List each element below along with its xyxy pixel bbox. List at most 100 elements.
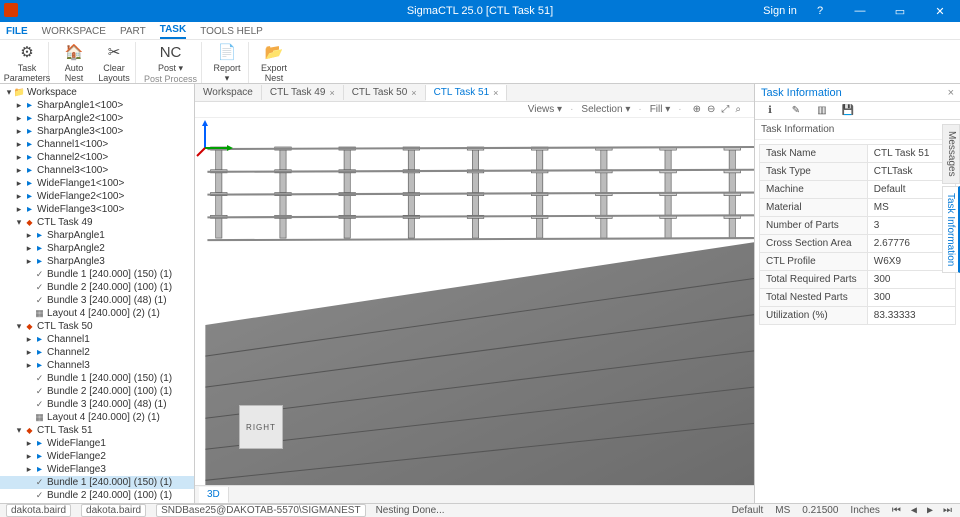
tree-item[interactable]: Bundle 3 [240.000] (48) (1) — [0, 398, 194, 411]
tree-item-label: Layout 4 [240.000] (2) (1) — [47, 412, 160, 423]
menu-workspace[interactable]: WORKSPACE — [42, 26, 106, 39]
tree-item[interactable]: ▾CTL Task 51 — [0, 424, 194, 437]
tree-item[interactable]: ▸SharpAngle1<100> — [0, 99, 194, 112]
tree-item[interactable]: ▸SharpAngle3<100> — [0, 125, 194, 138]
tree-item[interactable]: ▾Workspace — [0, 86, 194, 99]
minimize-button[interactable]: — — [840, 0, 880, 22]
ribbon-report-[interactable]: 📄Report ▾ — [210, 42, 244, 84]
tree-item[interactable]: ▸SharpAngle3 — [0, 255, 194, 268]
tree-twist-icon[interactable]: ▸ — [24, 256, 34, 267]
menu-part[interactable]: PART — [120, 26, 146, 39]
tree-item-label: SharpAngle2 — [47, 243, 105, 254]
tree-item[interactable]: Layout 4 [240.000] (2) (1) — [0, 307, 194, 320]
tree-twist-icon[interactable]: ▸ — [14, 178, 24, 189]
tree-item[interactable]: ▸Channel3 — [0, 359, 194, 372]
3d-viewport[interactable]: RIGHT — [195, 118, 754, 485]
ribbon-post-[interactable]: NCPost ▾ — [154, 42, 188, 74]
tree-twist-icon[interactable]: ▸ — [24, 451, 34, 462]
fill-dropdown[interactable]: Fill ▾ — [650, 104, 671, 115]
side-tab[interactable]: Task Information — [942, 186, 960, 273]
edit-tab-icon[interactable]: ✎ — [789, 104, 803, 118]
ribbon-export-nest[interactable]: 📂Export Nest — [257, 42, 291, 83]
tree-item[interactable]: ▸WideFlange1<100> — [0, 177, 194, 190]
tab-3d[interactable]: 3D — [199, 487, 229, 503]
tree-item[interactable]: ▸Channel2 — [0, 346, 194, 359]
tree-twist-icon[interactable]: ▸ — [14, 191, 24, 202]
doc-tab[interactable]: CTL Task 50× — [344, 85, 426, 100]
tree-twist-icon[interactable]: ▸ — [24, 360, 34, 371]
view-tool-icon[interactable]: ⊕ — [693, 104, 701, 115]
tree-twist-icon[interactable]: ▸ — [24, 230, 34, 241]
tree-item[interactable]: Bundle 3 [240.000] (48) (1) — [0, 502, 194, 503]
tab-close-icon[interactable]: × — [411, 88, 416, 98]
tree-twist-icon[interactable]: ▾ — [4, 87, 14, 98]
menu-tools-help[interactable]: TOOLS HELP — [200, 26, 263, 39]
close-button[interactable]: ✕ — [920, 0, 960, 22]
info-tab-icon[interactable]: ℹ — [763, 104, 777, 118]
tree-twist-icon[interactable]: ▸ — [14, 165, 24, 176]
tree-twist-icon[interactable]: ▸ — [14, 126, 24, 137]
view-tool-icon[interactable]: ⌕ — [735, 104, 741, 115]
help-button[interactable]: ? — [800, 0, 840, 22]
workspace-tree[interactable]: ▾Workspace▸SharpAngle1<100>▸SharpAngle2<… — [0, 84, 195, 503]
tree-item[interactable]: ▸SharpAngle2<100> — [0, 112, 194, 125]
tree-item[interactable]: ▸WideFlange2 — [0, 450, 194, 463]
tree-twist-icon[interactable]: ▸ — [24, 243, 34, 254]
view-tool-icon[interactable]: ⤢ — [721, 104, 729, 115]
tree-item[interactable]: ▸Channel1<100> — [0, 138, 194, 151]
tree-item[interactable]: ▸WideFlange3 — [0, 463, 194, 476]
ribbon-clear-layouts[interactable]: ✂Clear Layouts — [97, 42, 131, 83]
ribbon-task-parameters[interactable]: ⚙Task Parameters — [10, 42, 44, 83]
tree-item[interactable]: ▸WideFlange2<100> — [0, 190, 194, 203]
tree-twist-icon[interactable]: ▸ — [14, 113, 24, 124]
tree-item[interactable]: Layout 4 [240.000] (2) (1) — [0, 411, 194, 424]
orientation-cube[interactable]: RIGHT — [239, 405, 283, 449]
tree-item[interactable]: ▸WideFlange3<100> — [0, 203, 194, 216]
tree-item[interactable]: ▸ SharpAngle2 — [0, 242, 194, 255]
tree-twist-icon[interactable]: ▾ — [14, 321, 24, 332]
save-tab-icon[interactable]: 💾 — [841, 104, 855, 118]
tree-twist-icon[interactable]: ▾ — [14, 217, 24, 228]
tree-twist-icon[interactable]: ▸ — [14, 152, 24, 163]
tree-item[interactable]: Bundle 1 [240.000] (150) (1) — [0, 268, 194, 281]
tree-twist-icon[interactable]: ▸ — [14, 204, 24, 215]
doc-tab[interactable]: CTL Task 49× — [262, 85, 344, 100]
menu-task[interactable]: TASK — [160, 24, 186, 39]
tree-item[interactable]: Bundle 2 [240.000] (100) (1) — [0, 489, 194, 502]
tree-item[interactable]: Bundle 1 [240.000] (150) (1) — [0, 372, 194, 385]
tree-item[interactable]: ▸Channel3<100> — [0, 164, 194, 177]
info-key: Number of Parts — [760, 217, 868, 235]
tree-item[interactable]: ▸Channel1 — [0, 333, 194, 346]
folder-tab-icon[interactable]: ▥ — [815, 104, 829, 118]
tree-item[interactable]: Bundle 1 [240.000] (150) (1) — [0, 476, 194, 489]
maximize-button[interactable]: ▭ — [880, 0, 920, 22]
tree-twist-icon[interactable]: ▸ — [24, 347, 34, 358]
status-nav[interactable]: ⏮ ◀ ▶ ⏭ — [892, 505, 954, 516]
tree-item[interactable]: ▾CTL Task 49 — [0, 216, 194, 229]
tree-twist-icon[interactable]: ▸ — [24, 438, 34, 449]
menu-file[interactable]: FILE — [6, 26, 28, 39]
tree-item[interactable]: ▸WideFlange1 — [0, 437, 194, 450]
doc-tab[interactable]: Workspace — [195, 85, 262, 100]
ribbon-auto-nest[interactable]: 🏠Auto Nest — [57, 42, 91, 83]
tree-item[interactable]: ▸SharpAngle1 — [0, 229, 194, 242]
tree-twist-icon[interactable]: ▾ — [14, 425, 24, 436]
tab-close-icon[interactable]: × — [493, 88, 498, 98]
doc-tab[interactable]: CTL Task 51× — [426, 85, 508, 101]
tree-item[interactable]: ▸Channel2<100> — [0, 151, 194, 164]
panel-close-icon[interactable]: × — [948, 87, 954, 99]
tree-twist-icon[interactable]: ▸ — [14, 100, 24, 111]
tree-item[interactable]: Bundle 2 [240.000] (100) (1) — [0, 281, 194, 294]
tree-twist-icon[interactable]: ▸ — [24, 464, 34, 475]
tree-item[interactable]: Bundle 3 [240.000] (48) (1) — [0, 294, 194, 307]
tree-twist-icon[interactable]: ▸ — [14, 139, 24, 150]
tree-twist-icon[interactable]: ▸ — [24, 334, 34, 345]
signin-button[interactable]: Sign in — [760, 0, 800, 22]
selection-dropdown[interactable]: Selection ▾ — [581, 104, 630, 115]
tree-item[interactable]: Bundle 2 [240.000] (100) (1) — [0, 385, 194, 398]
view-tool-icon[interactable]: ⊖ — [707, 104, 715, 115]
tree-item[interactable]: ▾CTL Task 50 — [0, 320, 194, 333]
side-tab[interactable]: Messages — [942, 124, 960, 184]
tab-close-icon[interactable]: × — [329, 88, 334, 98]
views-dropdown[interactable]: Views ▾ — [528, 104, 562, 115]
